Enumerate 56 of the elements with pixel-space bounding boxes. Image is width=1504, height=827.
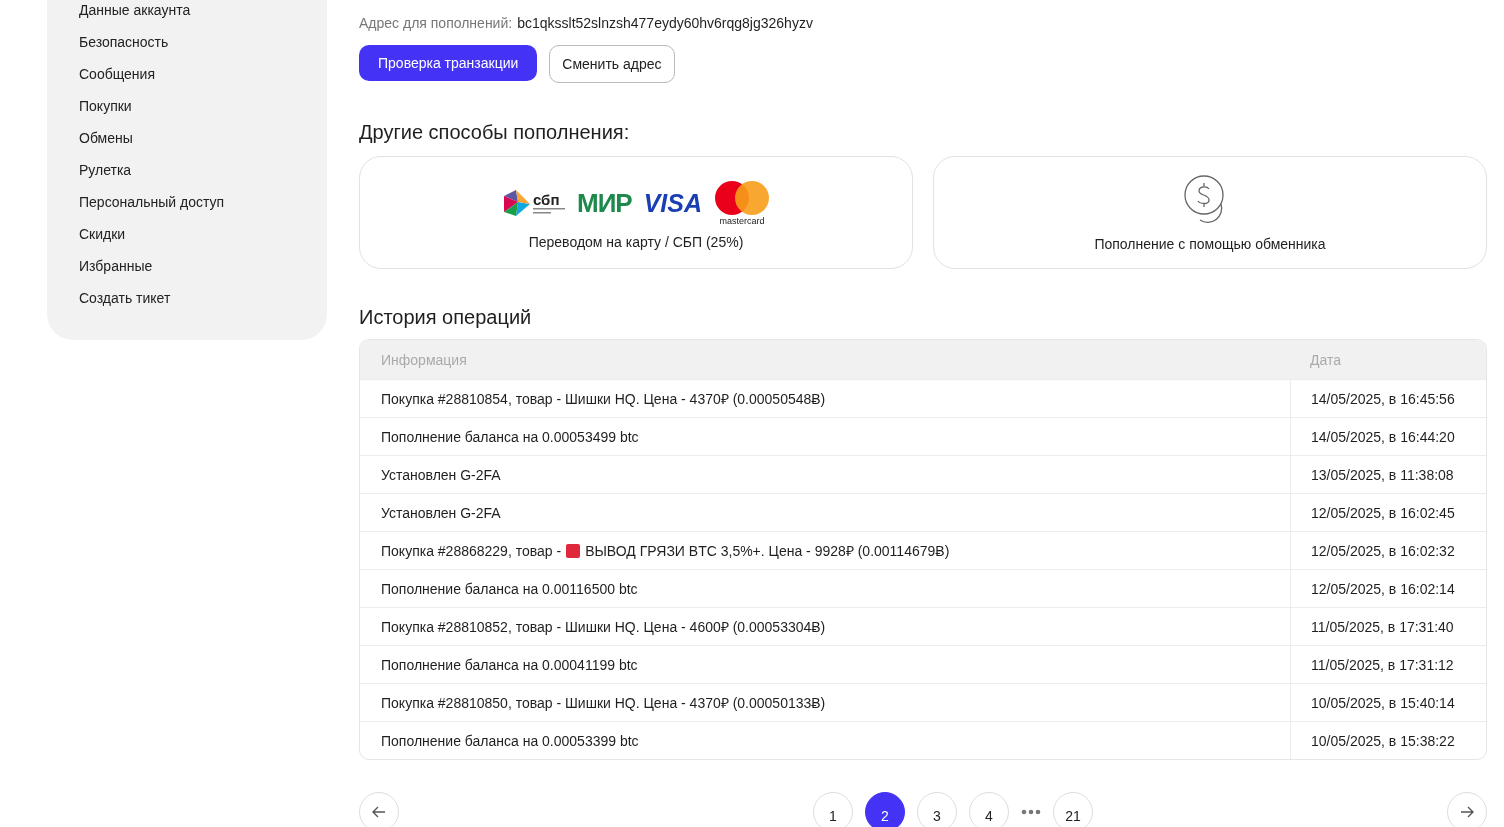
table-cell: 11/05/2025, в 17:31:40	[1290, 608, 1486, 645]
section-title: История операций	[359, 305, 533, 329]
sidebar-item[interactable]: Избранные	[79, 255, 153, 288]
payment-method-card[interactable]: Пополнение с помощью обменника	[933, 156, 1487, 269]
sidebar-item[interactable]: Данные аккаунта	[79, 0, 191, 32]
method-label: Пополнение с помощью обменника	[1094, 235, 1326, 252]
table-cell: 13/05/2025, в 11:38:08	[1290, 456, 1486, 493]
table-cell: 14/05/2025, в 16:45:56	[1290, 380, 1486, 417]
method-label: Переводом на карту / СБП (25%)	[528, 233, 744, 250]
sidebar-item[interactable]: Персональный доступ	[79, 191, 225, 224]
circles-icon	[714, 179, 770, 216]
ellipsis-icon	[1021, 809, 1041, 815]
sidebar-item[interactable]: Скидки	[79, 223, 126, 256]
table-cell-text: Пополнение баланса на 0.00041199 btc	[380, 655, 639, 675]
sidebar-item[interactable]: Обмены	[79, 127, 133, 160]
check-transaction-button[interactable]: Проверка транзакции	[359, 45, 538, 81]
page-button[interactable]: 4	[969, 792, 1009, 827]
page-button[interactable]: 3	[917, 792, 957, 827]
sidebar-item[interactable]: Создать тикет	[79, 287, 171, 320]
sidebar-item[interactable]: Рулетка	[79, 159, 132, 192]
section-title: Другие способы пополнения:	[359, 120, 631, 144]
table-cell-text: Покупка #28810850, товар - Шишки HQ. Цена - 4370₽ (0.00050133Ƀ)	[380, 694, 827, 713]
sidebar-item[interactable]: Покупки	[79, 95, 132, 128]
page-button[interactable]: 2	[865, 792, 905, 827]
logo-text: mastercard	[719, 215, 765, 226]
payment-method-card[interactable]: сбп МИР VISA mastercard Переводом на карту / СБП (25%)	[359, 156, 913, 269]
table-cell-text: Установлен G-2FA	[380, 503, 502, 523]
table-cell: 12/05/2025, в 16:02:14	[1290, 570, 1486, 607]
table-cell-text: Пополнение баланса на 0.00053499 btc	[380, 427, 640, 447]
mir-logo: МИР	[576, 189, 632, 216]
table-cell: 12/05/2025, в 16:02:45	[1290, 494, 1486, 531]
table-cell-text: Установлен G-2FA	[380, 465, 502, 485]
logo-text: сбп	[532, 191, 561, 207]
column-header: Дата	[1309, 350, 1342, 370]
table-cell-text: Покупка #28810854, товар - Шишки HQ. Цена - 4370₽ (0.00050548Ƀ)	[380, 390, 827, 409]
table-cell-text: ВЫВОД ГРЯЗИ BTC 3,5%+. Цена - 9928₽ (0.00114679Ƀ)	[585, 542, 950, 560]
table-cell: 10/05/2025, в 15:40:14	[1290, 684, 1486, 721]
sidebar-item[interactable]: Сообщения	[79, 63, 155, 96]
table-cell-text: Покупка #28810852, товар - Шишки HQ. Цена - 4600₽ (0.00053304Ƀ)	[380, 618, 827, 637]
table-cell: 14/05/2025, в 16:44:20	[1290, 418, 1486, 455]
visa-logo: VISA	[643, 189, 702, 216]
table-cell: 10/05/2025, в 15:38:22	[1290, 722, 1486, 759]
page-button[interactable]: 1	[813, 792, 853, 827]
page-button[interactable]: 21	[1053, 792, 1093, 827]
table-cell-text: Пополнение баланса на 0.00116500 btc	[380, 579, 639, 599]
table-cell: 11/05/2025, в 17:31:12	[1290, 646, 1486, 683]
change-address-button[interactable]: Сменить адрес	[549, 45, 675, 83]
address-label: Адрес для пополнений:	[359, 15, 513, 31]
sidebar-item[interactable]: Безопасность	[79, 31, 169, 64]
column-header: Информация	[380, 350, 468, 370]
sbp-mark-icon	[501, 187, 530, 218]
table-cell: 12/05/2025, в 16:02:32	[1290, 532, 1486, 569]
table-cell-text: Пополнение баланса на 0.00053399 btc	[380, 731, 640, 751]
caption-lines-icon	[532, 207, 565, 214]
table-cell: Покупка #28868229, товар -	[381, 542, 562, 559]
address-value: bc1qksslt52slnzsh477eydy60hv6rqg8jg326hyzv	[517, 15, 813, 31]
